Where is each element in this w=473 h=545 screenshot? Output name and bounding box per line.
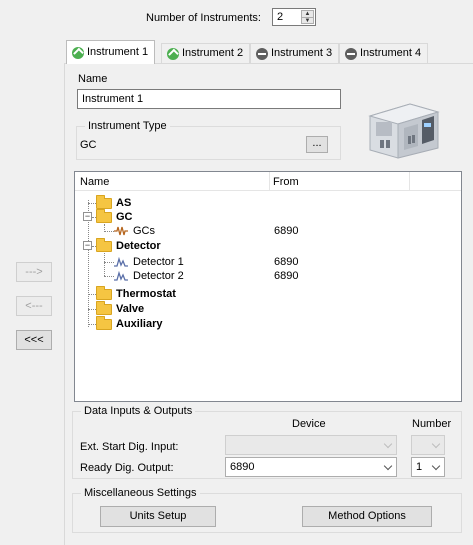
ready-label: Ready Dig. Output: xyxy=(80,462,174,474)
name-label: Name xyxy=(78,73,108,85)
tab-label: Instrument 2 xyxy=(182,47,244,59)
collapse-icon[interactable]: − xyxy=(83,212,92,221)
tree-row-valve[interactable]: Valve xyxy=(96,301,145,316)
browse-type-button[interactable]: ... xyxy=(306,136,328,153)
remove-button[interactable]: <--- xyxy=(16,296,52,316)
num-instruments-spinner[interactable]: 2 ▲ ▼ xyxy=(272,8,316,26)
tree-row-label: AS xyxy=(116,197,132,209)
detector-signal-icon xyxy=(114,271,128,281)
folder-icon xyxy=(96,286,112,300)
col-separator xyxy=(269,172,270,191)
spinner-buttons[interactable]: ▲ ▼ xyxy=(301,10,314,24)
gc-oven-icon xyxy=(114,226,128,236)
grey-minus-icon xyxy=(345,47,357,60)
tree-row-label: Detector 2 xyxy=(133,270,184,282)
instrument-type-value: GC xyxy=(80,139,97,151)
tree-row-as[interactable]: AS xyxy=(96,195,132,210)
tree-row-from: 6890 xyxy=(274,270,299,282)
tree-row-label: Thermostat xyxy=(116,288,176,300)
tree-row-label: Auxiliary xyxy=(116,318,163,330)
tree-row-detector-2[interactable]: Detector 2 6890 xyxy=(114,269,414,283)
tree-line xyxy=(88,324,96,325)
ext-start-label: Ext. Start Dig. Input: xyxy=(80,441,179,453)
ready-number-value: 1 xyxy=(416,461,423,473)
ext-start-number-select[interactable] xyxy=(411,435,445,455)
col-from-header[interactable]: From xyxy=(273,176,299,188)
tab-instrument-1[interactable]: Instrument 1 xyxy=(66,40,156,64)
tree-line xyxy=(104,276,114,277)
collapse-icon[interactable]: − xyxy=(83,241,92,250)
folder-icon xyxy=(96,238,112,252)
num-instruments-value[interactable]: 2 xyxy=(277,11,283,23)
tab-label: Instrument 4 xyxy=(360,47,422,59)
tree-row-detector[interactable]: Detector xyxy=(96,238,161,253)
tree-line xyxy=(104,262,114,263)
tree-row-label: Detector 1 xyxy=(133,256,184,268)
ext-start-device-select[interactable] xyxy=(225,435,397,455)
col-name-header[interactable]: Name xyxy=(80,176,109,188)
method-options-button[interactable]: Method Options xyxy=(302,506,432,527)
green-check-icon xyxy=(72,46,84,59)
misc-settings-title: Miscellaneous Settings xyxy=(81,487,200,499)
tree-row-label: Detector xyxy=(116,240,161,252)
tab-instrument-3[interactable]: Instrument 3 xyxy=(250,43,340,63)
gc-instrument-image xyxy=(368,103,440,159)
ready-device-value: 6890 xyxy=(230,461,255,473)
grey-minus-icon xyxy=(256,47,268,60)
units-setup-button[interactable]: Units Setup xyxy=(100,506,216,527)
chevron-down-icon xyxy=(431,439,441,449)
tree-row-gcs[interactable]: GCs 6890 xyxy=(114,224,414,238)
tree-row-label: Valve xyxy=(116,303,145,315)
tree-row-thermostat[interactable]: Thermostat xyxy=(96,286,176,301)
instrument-type-title: Instrument Type xyxy=(85,120,170,132)
tree-row-detector-1[interactable]: Detector 1 6890 xyxy=(114,255,414,269)
add-button[interactable]: ---> xyxy=(16,262,52,282)
device-column-header: Device xyxy=(292,418,326,430)
tree-row-from: 6890 xyxy=(274,256,299,268)
tree-header: Name From xyxy=(75,172,461,191)
spin-down-icon[interactable]: ▼ xyxy=(302,17,313,24)
tree-line xyxy=(88,203,96,204)
folder-icon xyxy=(96,209,112,223)
remove-all-button[interactable]: <<< xyxy=(16,330,52,350)
folder-icon xyxy=(96,301,112,315)
tree-row-gc[interactable]: GC xyxy=(96,209,133,224)
tree-row-label: GC xyxy=(116,211,133,223)
number-column-header: Number xyxy=(412,418,452,430)
tree-row-from: 6890 xyxy=(274,225,299,237)
tree-line xyxy=(88,294,96,295)
instrument-name-input[interactable]: Instrument 1 xyxy=(77,89,341,109)
chevron-down-icon xyxy=(431,461,441,471)
num-instruments-label: Number of Instruments: xyxy=(146,12,261,24)
chevron-down-icon xyxy=(383,439,393,449)
data-io-title: Data Inputs & Outputs xyxy=(81,405,196,417)
folder-icon xyxy=(96,316,112,330)
instrument-type-group: Instrument Type xyxy=(76,120,341,160)
tree-row-auxiliary[interactable]: Auxiliary xyxy=(96,316,163,331)
tree-line xyxy=(104,253,105,276)
ready-number-select[interactable]: 1 xyxy=(411,457,445,477)
tab-instrument-4[interactable]: Instrument 4 xyxy=(339,43,429,63)
folder-icon xyxy=(96,195,112,209)
tree-row-label: GCs xyxy=(133,225,155,237)
tab-instrument-2[interactable]: Instrument 2 xyxy=(161,43,251,63)
detector-signal-icon xyxy=(114,257,128,267)
green-check-icon xyxy=(167,47,179,60)
tree-line xyxy=(104,231,114,232)
col-separator xyxy=(409,172,410,191)
ready-device-select[interactable]: 6890 xyxy=(225,457,397,477)
tab-label: Instrument 3 xyxy=(271,47,333,59)
tab-label: Instrument 1 xyxy=(87,46,149,58)
chevron-down-icon xyxy=(383,461,393,471)
tree-line xyxy=(88,309,96,310)
